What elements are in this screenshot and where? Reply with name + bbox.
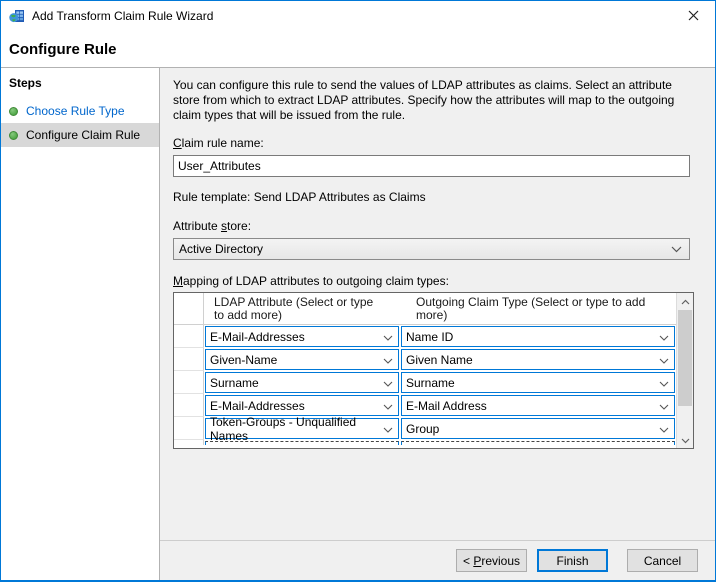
step-complete-icon	[9, 131, 18, 140]
scroll-up-button[interactable]	[677, 293, 693, 309]
ldap-attribute-select[interactable]: Surname	[205, 372, 399, 393]
claim-rule-name-label: Claim rule name:	[173, 136, 694, 150]
table-row: Token-Groups - Unqualified Names Group	[174, 417, 676, 440]
ldap-attribute-select[interactable]: E-Mail-Addresses	[205, 395, 399, 416]
page-title: Configure Rule	[9, 41, 117, 58]
chevron-down-icon	[681, 433, 690, 447]
chevron-down-icon	[383, 376, 393, 390]
steps-heading: Steps	[1, 68, 159, 99]
row-selector[interactable]	[174, 440, 204, 445]
ldap-attribute-select[interactable]: E-Mail-Addresses	[205, 326, 399, 347]
combo-value: Surname	[406, 376, 455, 390]
scrollbar-track[interactable]	[677, 407, 693, 432]
attribute-store-value: Active Directory	[179, 242, 263, 256]
titlebar: Add Transform Claim Rule Wizard	[1, 1, 715, 31]
cancel-button[interactable]: Cancel	[627, 549, 698, 572]
step-label: Choose Rule Type	[26, 104, 125, 118]
row-selector[interactable]	[174, 394, 204, 417]
scrollbar-thumb[interactable]	[678, 310, 692, 406]
combo-value: E-Mail-Addresses	[210, 330, 305, 344]
outgoing-claim-select[interactable]: Name ID	[401, 326, 675, 347]
chevron-down-icon	[383, 353, 393, 367]
combo-value: Surname	[210, 376, 259, 390]
new-row-ldap-cell[interactable]	[205, 441, 399, 445]
page-header: Configure Rule	[1, 31, 715, 67]
claim-rule-name-input[interactable]	[173, 155, 690, 177]
combo-value: Name ID	[406, 330, 453, 344]
row-selector[interactable]	[174, 417, 204, 440]
wizard-footer: < Previous Finish Cancel	[160, 540, 715, 580]
ldap-attribute-column-header: LDAP Attribute (Select or type to add mo…	[204, 293, 400, 324]
table-new-row	[174, 440, 676, 445]
step-configure-claim-rule[interactable]: Configure Claim Rule	[1, 123, 159, 147]
combo-value: Given-Name	[210, 353, 277, 367]
steps-sidebar: Steps Choose Rule Type Configure Claim R…	[1, 67, 160, 580]
table-scrollbar[interactable]	[676, 293, 693, 448]
rule-template-text: Rule template: Send LDAP Attributes as C…	[173, 190, 694, 204]
combo-value: E-Mail-Addresses	[210, 399, 305, 413]
content-pane: You can configure this rule to send the …	[160, 67, 715, 580]
combo-value: Group	[406, 422, 439, 436]
table-row: Given-Name Given Name	[174, 348, 676, 371]
scroll-down-button[interactable]	[677, 432, 693, 448]
new-row-claim-cell[interactable]	[401, 441, 675, 445]
chevron-down-icon	[659, 376, 669, 390]
combo-value: Given Name	[406, 353, 473, 367]
previous-button[interactable]: < Previous	[456, 549, 527, 572]
chevron-down-icon	[383, 330, 393, 344]
row-selector[interactable]	[174, 325, 204, 348]
row-selector-header	[174, 293, 204, 324]
step-label: Configure Claim Rule	[26, 128, 140, 142]
table-row: E-Mail-Addresses Name ID	[174, 325, 676, 348]
chevron-down-icon	[659, 399, 669, 413]
chevron-down-icon	[671, 242, 682, 256]
mapping-table: LDAP Attribute (Select or type to add mo…	[173, 292, 694, 449]
outgoing-claim-select[interactable]: Surname	[401, 372, 675, 393]
outgoing-claim-select[interactable]: E-Mail Address	[401, 395, 675, 416]
wizard-window: Add Transform Claim Rule Wizard Configur…	[0, 0, 716, 582]
chevron-down-icon	[659, 422, 669, 436]
outgoing-claim-select[interactable]: Group	[401, 418, 675, 439]
table-row: Surname Surname	[174, 371, 676, 394]
table-header-row: LDAP Attribute (Select or type to add mo…	[174, 293, 676, 325]
close-button[interactable]	[671, 1, 715, 31]
chevron-up-icon	[681, 294, 690, 308]
step-complete-icon	[9, 107, 18, 116]
step-choose-rule-type[interactable]: Choose Rule Type	[1, 99, 159, 123]
row-selector[interactable]	[174, 348, 204, 371]
outgoing-claim-column-header: Outgoing Claim Type (Select or type to a…	[400, 293, 676, 324]
ldap-attribute-select[interactable]: Token-Groups - Unqualified Names	[205, 418, 399, 439]
combo-value: Token-Groups - Unqualified Names	[210, 415, 383, 443]
attribute-store-label: Attribute store:	[173, 219, 694, 233]
ldap-attribute-select[interactable]: Given-Name	[205, 349, 399, 370]
attribute-store-select[interactable]: Active Directory	[173, 238, 690, 260]
chevron-down-icon	[659, 353, 669, 367]
window-title: Add Transform Claim Rule Wizard	[32, 9, 213, 23]
outgoing-claim-select[interactable]: Given Name	[401, 349, 675, 370]
row-selector[interactable]	[174, 371, 204, 394]
finish-button[interactable]: Finish	[537, 549, 608, 572]
combo-value: E-Mail Address	[406, 399, 487, 413]
chevron-down-icon	[383, 422, 393, 436]
chevron-down-icon	[659, 330, 669, 344]
mapping-table-label: Mapping of LDAP attributes to outgoing c…	[173, 274, 694, 288]
close-icon	[688, 9, 699, 24]
description-text: You can configure this rule to send the …	[173, 78, 691, 123]
chevron-down-icon	[383, 399, 393, 413]
app-icon	[9, 8, 25, 24]
